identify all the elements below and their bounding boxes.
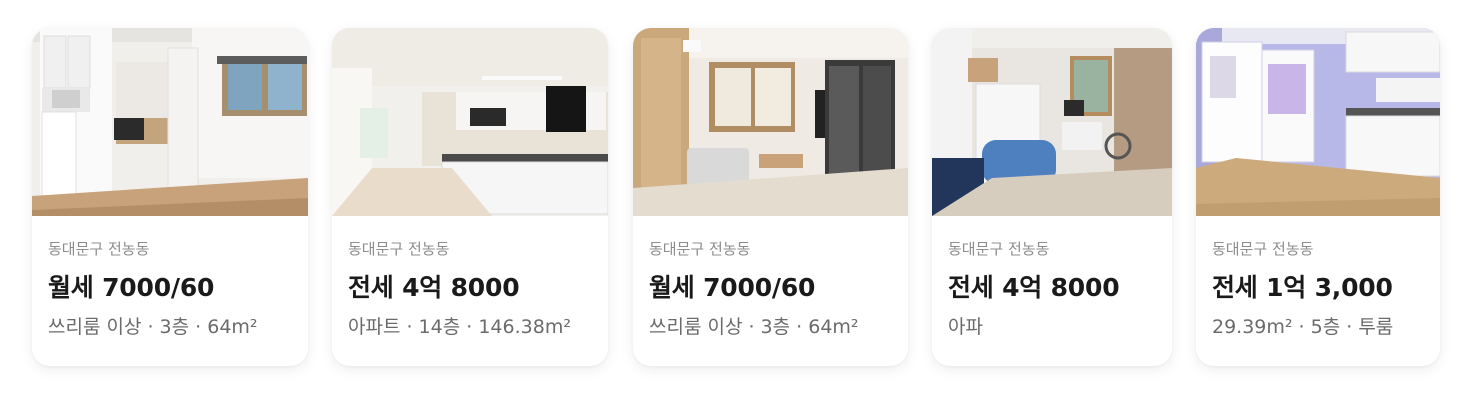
listing-card-2[interactable]: 동대문구 전농동 전세 4억 8000 아파트 · 14층 · 146.38m²	[332, 28, 608, 366]
listing-photo	[1196, 28, 1440, 216]
listing-card-3[interactable]: 동대문구 전농동 월세 7000/60 쓰리룸 이상 · 3층 · 64m²	[633, 28, 908, 366]
listing-location: 동대문구 전농동	[649, 240, 751, 258]
listing-location: 동대문구 전농동	[948, 240, 1050, 258]
listing-card-1[interactable]: 동대문구 전농동 월세 7000/60 쓰리룸 이상 · 3층 · 64m²	[32, 28, 308, 366]
listing-location: 동대문구 전농동	[1212, 240, 1314, 258]
listing-detail: 쓰리룸 이상 · 3층 · 64m²	[649, 316, 859, 338]
listing-location: 동대문구 전농동	[48, 240, 150, 258]
listing-price: 월세 7000/60	[48, 273, 215, 302]
listing-photo	[332, 28, 608, 216]
listing-price: 전세 1억 3,000	[1212, 273, 1393, 302]
listing-photo	[932, 28, 1172, 216]
listing-photo	[32, 28, 308, 216]
listing-detail: 아파	[948, 316, 983, 338]
listing-price: 전세 4억 8000	[948, 273, 1120, 302]
listing-detail: 29.39m² · 5층 · 투룸	[1212, 316, 1394, 338]
listing-location: 동대문구 전농동	[348, 240, 450, 258]
listing-card-4[interactable]: 동대문구 전농동 전세 4억 8000 아파	[932, 28, 1172, 366]
listing-photo	[633, 28, 908, 216]
listing-price: 월세 7000/60	[649, 273, 816, 302]
listing-card-5[interactable]: 동대문구 전농동 전세 1억 3,000 29.39m² · 5층 · 투룸	[1196, 28, 1440, 366]
listing-price: 전세 4억 8000	[348, 273, 520, 302]
listing-detail: 아파트 · 14층 · 146.38m²	[348, 316, 571, 338]
listing-detail: 쓰리룸 이상 · 3층 · 64m²	[48, 316, 258, 338]
